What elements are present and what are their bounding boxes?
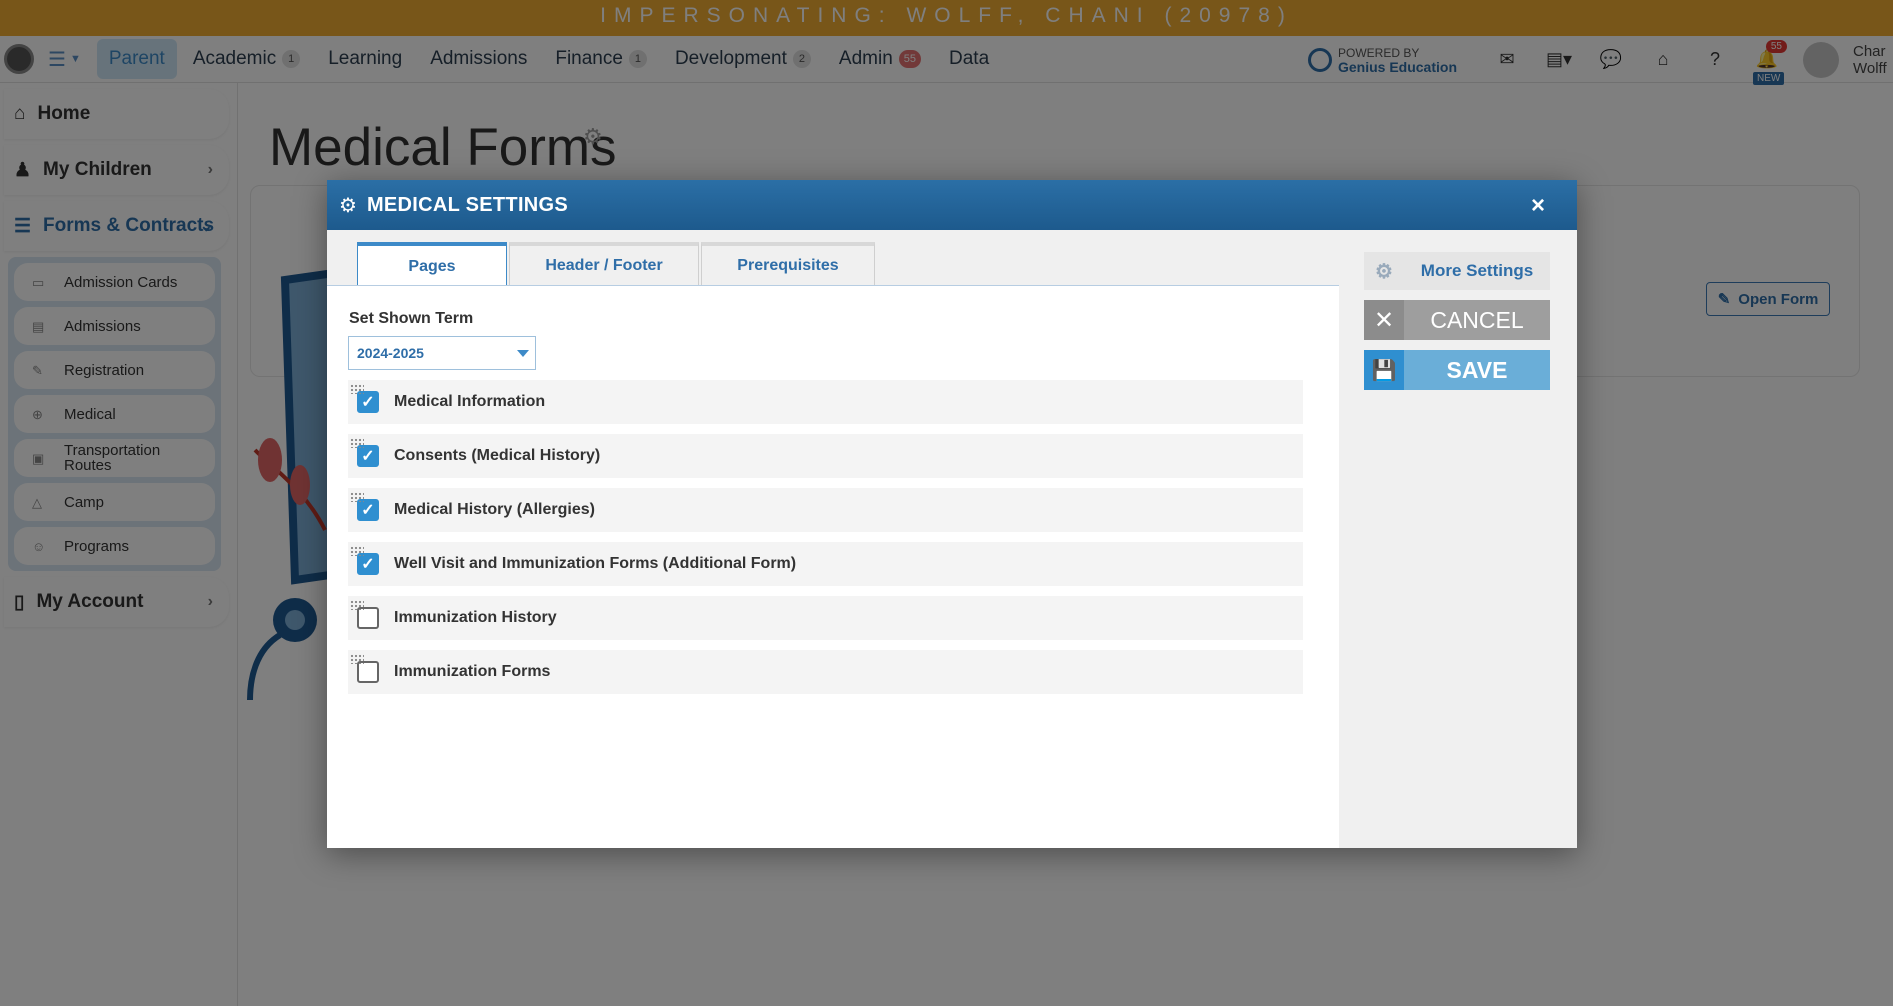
page-label: Immunization History bbox=[394, 609, 557, 626]
page-label: Consents (Medical History) bbox=[394, 447, 601, 464]
drag-handle-icon[interactable] bbox=[350, 654, 364, 664]
page-label: Medical Information bbox=[394, 393, 546, 410]
close-icon[interactable]: × bbox=[1531, 192, 1545, 220]
modal-title: MEDICAL SETTINGS bbox=[366, 193, 569, 216]
drag-handle-icon[interactable] bbox=[350, 384, 364, 394]
page-row: ✓ Well Visit and Immunization Forms (Add… bbox=[348, 542, 1303, 586]
page-row: ✓ Medical History (Allergies) bbox=[348, 488, 1303, 532]
term-label: Set Shown Term bbox=[349, 310, 474, 327]
drag-handle-icon[interactable] bbox=[350, 546, 364, 556]
save-button[interactable]: 💾 SAVE bbox=[1364, 350, 1550, 390]
page-row: ✓ Consents (Medical History) bbox=[348, 434, 1303, 478]
modal-header: ⚙ MEDICAL SETTINGS × bbox=[327, 180, 1577, 230]
page-label: Medical History (Allergies) bbox=[394, 501, 595, 518]
page-row: ✓ Medical Information bbox=[348, 380, 1303, 424]
page-checkbox[interactable]: ✓ bbox=[357, 499, 379, 521]
term-select[interactable]: 2024-2025 bbox=[348, 336, 536, 370]
term-value: 2024-2025 bbox=[357, 345, 424, 361]
save-label: SAVE bbox=[1446, 356, 1508, 383]
more-settings-button[interactable]: ⚙ More Settings bbox=[1364, 252, 1550, 290]
modal-actions: ⚙ More Settings ✕ CANCEL 💾 SAVE bbox=[1364, 252, 1550, 400]
tab-header-footer[interactable]: Header / Footer bbox=[509, 242, 699, 286]
page-checkbox[interactable]: ✓ bbox=[357, 445, 379, 467]
page-checkbox[interactable]: ✓ bbox=[357, 553, 379, 575]
page-list: ✓ Medical Information ✓ Consents (Medica… bbox=[348, 380, 1303, 704]
cancel-label: CANCEL bbox=[1430, 306, 1524, 333]
pages-panel: Set Shown Term 2024-2025 ✓ Medical Infor… bbox=[327, 286, 1339, 848]
gears-icon: ⚙ bbox=[1375, 260, 1393, 283]
tab-pages[interactable]: Pages bbox=[357, 242, 507, 287]
page-checkbox[interactable]: ✓ bbox=[357, 391, 379, 413]
drag-handle-icon[interactable] bbox=[350, 492, 364, 502]
medical-settings-modal: ⚙ MEDICAL SETTINGS × Pages Header / Foot… bbox=[327, 180, 1577, 848]
modal-content: Pages Header / Footer Prerequisites Set … bbox=[327, 230, 1339, 848]
close-icon: ✕ bbox=[1364, 300, 1404, 340]
page-checkbox[interactable] bbox=[357, 661, 379, 683]
gear-icon: ⚙ bbox=[339, 194, 357, 217]
settings-tabs: Pages Header / Footer Prerequisites bbox=[357, 242, 877, 287]
drag-handle-icon[interactable] bbox=[350, 438, 364, 448]
more-settings-label: More Settings bbox=[1420, 261, 1534, 280]
drag-handle-icon[interactable] bbox=[350, 600, 364, 610]
floppy-disk-icon: 💾 bbox=[1364, 350, 1404, 390]
page-row: Immunization History bbox=[348, 596, 1303, 640]
page-checkbox[interactable] bbox=[357, 607, 379, 629]
dropdown-arrow-icon bbox=[517, 350, 529, 357]
page-row: Immunization Forms bbox=[348, 650, 1303, 694]
tab-prerequisites[interactable]: Prerequisites bbox=[701, 242, 875, 286]
page-label: Immunization Forms bbox=[394, 663, 551, 680]
page-label: Well Visit and Immunization Forms (Addit… bbox=[394, 555, 797, 572]
cancel-button[interactable]: ✕ CANCEL bbox=[1364, 300, 1550, 340]
